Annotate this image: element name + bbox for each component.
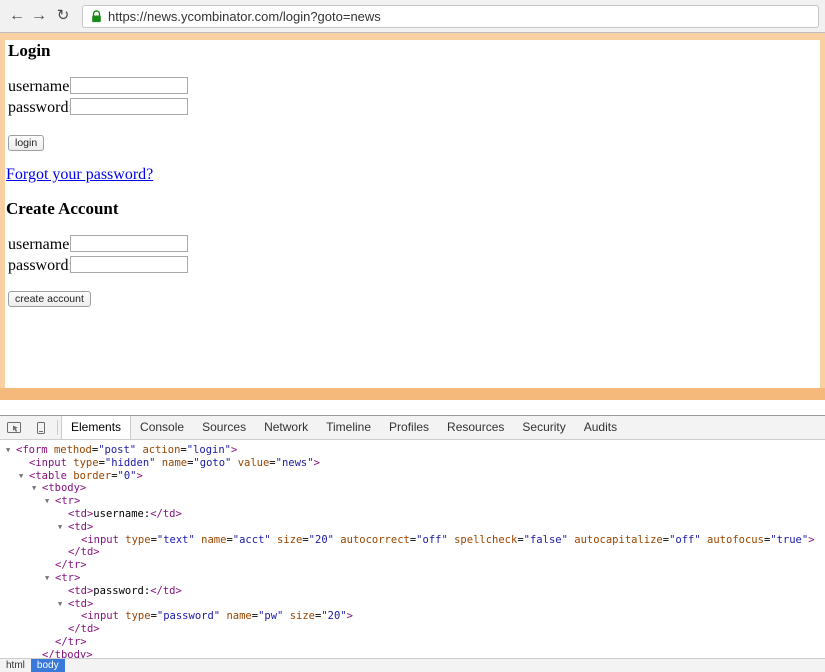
create-username-input[interactable]	[70, 235, 188, 252]
devtools-tree-line[interactable]: ▼<tr>	[0, 572, 825, 585]
devtools-tab-timeline[interactable]: Timeline	[317, 416, 380, 439]
expand-arrow-icon[interactable]: ▼	[45, 495, 55, 508]
margin-highlight-bottom	[0, 388, 825, 400]
devtools-tree-line[interactable]: ▼<td>	[0, 521, 825, 534]
device-phone-icon	[33, 420, 49, 436]
url-text: https://news.ycombinator.com/login?goto=…	[108, 9, 381, 24]
devtools-toolbar: ElementsConsoleSourcesNetworkTimelinePro…	[0, 416, 825, 440]
devtools-tree-line[interactable]: </tr>	[0, 636, 825, 649]
devtools-tree-line[interactable]: </tbody>	[0, 649, 825, 658]
devtools-tab-profiles[interactable]: Profiles	[380, 416, 438, 439]
create-username-label: username:	[8, 236, 74, 254]
breadcrumb-item-body[interactable]: body	[31, 659, 65, 672]
devtools-tab-elements[interactable]: Elements	[61, 416, 131, 439]
devtools-tree-line[interactable]: ▼<table border="0">	[0, 470, 825, 483]
devtools-tree-line[interactable]: <input type="text" name="acct" size="20"…	[0, 534, 825, 547]
login-username-label: username:	[8, 78, 74, 96]
devtools-tree: ▼<form method="post" action="login"><inp…	[0, 440, 825, 658]
expand-arrow-icon[interactable]: ▼	[58, 598, 68, 611]
create-account-button[interactable]: create account	[8, 291, 91, 307]
reload-button[interactable]: ↻	[52, 5, 74, 27]
devtools-tree-line[interactable]: ▼<form method="post" action="login">	[0, 444, 825, 457]
devtools-tab-network[interactable]: Network	[255, 416, 317, 439]
devtools-panel: ElementsConsoleSourcesNetworkTimelinePro…	[0, 415, 825, 672]
expand-arrow-icon[interactable]: ▼	[45, 572, 55, 585]
inspect-element-button[interactable]	[0, 416, 27, 439]
create-account-heading: Create Account	[6, 199, 119, 219]
hn-login-page: Login username: password: login Forgot y…	[0, 33, 825, 415]
create-password-label: password:	[8, 257, 73, 275]
inspect-cursor-icon	[6, 420, 22, 436]
margin-highlight-left	[0, 33, 5, 400]
margin-highlight-right	[820, 33, 825, 400]
login-heading: Login	[8, 41, 51, 61]
browser-toolbar: ← → ↻ https://news.ycombinator.com/login…	[0, 0, 825, 33]
screen: ← → ↻ https://news.ycombinator.com/login…	[0, 0, 825, 672]
ssl-lock-icon	[91, 10, 102, 23]
expand-arrow-icon[interactable]: ▼	[58, 521, 68, 534]
devtools-tree-line[interactable]: ▼<tbody>	[0, 482, 825, 495]
devtools-tree-line[interactable]: </td>	[0, 546, 825, 559]
margin-highlight-top	[0, 33, 825, 40]
devtools-tab-console[interactable]: Console	[131, 416, 193, 439]
devtools-tab-audits[interactable]: Audits	[575, 416, 626, 439]
device-toolbar-button[interactable]	[27, 416, 54, 439]
login-username-input[interactable]	[70, 77, 188, 94]
login-password-label: password:	[8, 99, 73, 117]
devtools-tab-sources[interactable]: Sources	[193, 416, 255, 439]
devtools-breadcrumb: htmlbody	[0, 658, 825, 672]
devtools-tabs: ElementsConsoleSourcesNetworkTimelinePro…	[61, 416, 626, 439]
forgot-password-link[interactable]: Forgot your password?	[6, 166, 153, 184]
expand-arrow-icon[interactable]: ▼	[6, 444, 16, 457]
breadcrumb-item-html[interactable]: html	[0, 659, 31, 672]
toolbar-separator	[57, 420, 58, 435]
devtools-tree-line[interactable]: </tr>	[0, 559, 825, 572]
login-button[interactable]: login	[8, 135, 44, 151]
expand-arrow-icon[interactable]: ▼	[19, 470, 29, 483]
devtools-tree-line[interactable]: <input type="hidden" name="goto" value="…	[0, 457, 825, 470]
devtools-tree-line[interactable]: <td>password:</td>	[0, 585, 825, 598]
devtools-tree-line[interactable]: </td>	[0, 623, 825, 636]
address-bar[interactable]: https://news.ycombinator.com/login?goto=…	[82, 5, 819, 28]
back-button[interactable]: ←	[6, 5, 28, 27]
devtools-tab-security[interactable]: Security	[513, 416, 574, 439]
devtools-tree-line[interactable]: <td>username:</td>	[0, 508, 825, 521]
login-password-input[interactable]	[70, 98, 188, 115]
expand-arrow-icon[interactable]: ▼	[32, 482, 42, 495]
devtools-tab-resources[interactable]: Resources	[438, 416, 513, 439]
devtools-tree-line[interactable]: <input type="password" name="pw" size="2…	[0, 610, 825, 623]
devtools-tree-line[interactable]: ▼<td>	[0, 598, 825, 611]
forward-button[interactable]: →	[28, 5, 50, 27]
create-password-input[interactable]	[70, 256, 188, 273]
devtools-tree-line[interactable]: ▼<tr>	[0, 495, 825, 508]
